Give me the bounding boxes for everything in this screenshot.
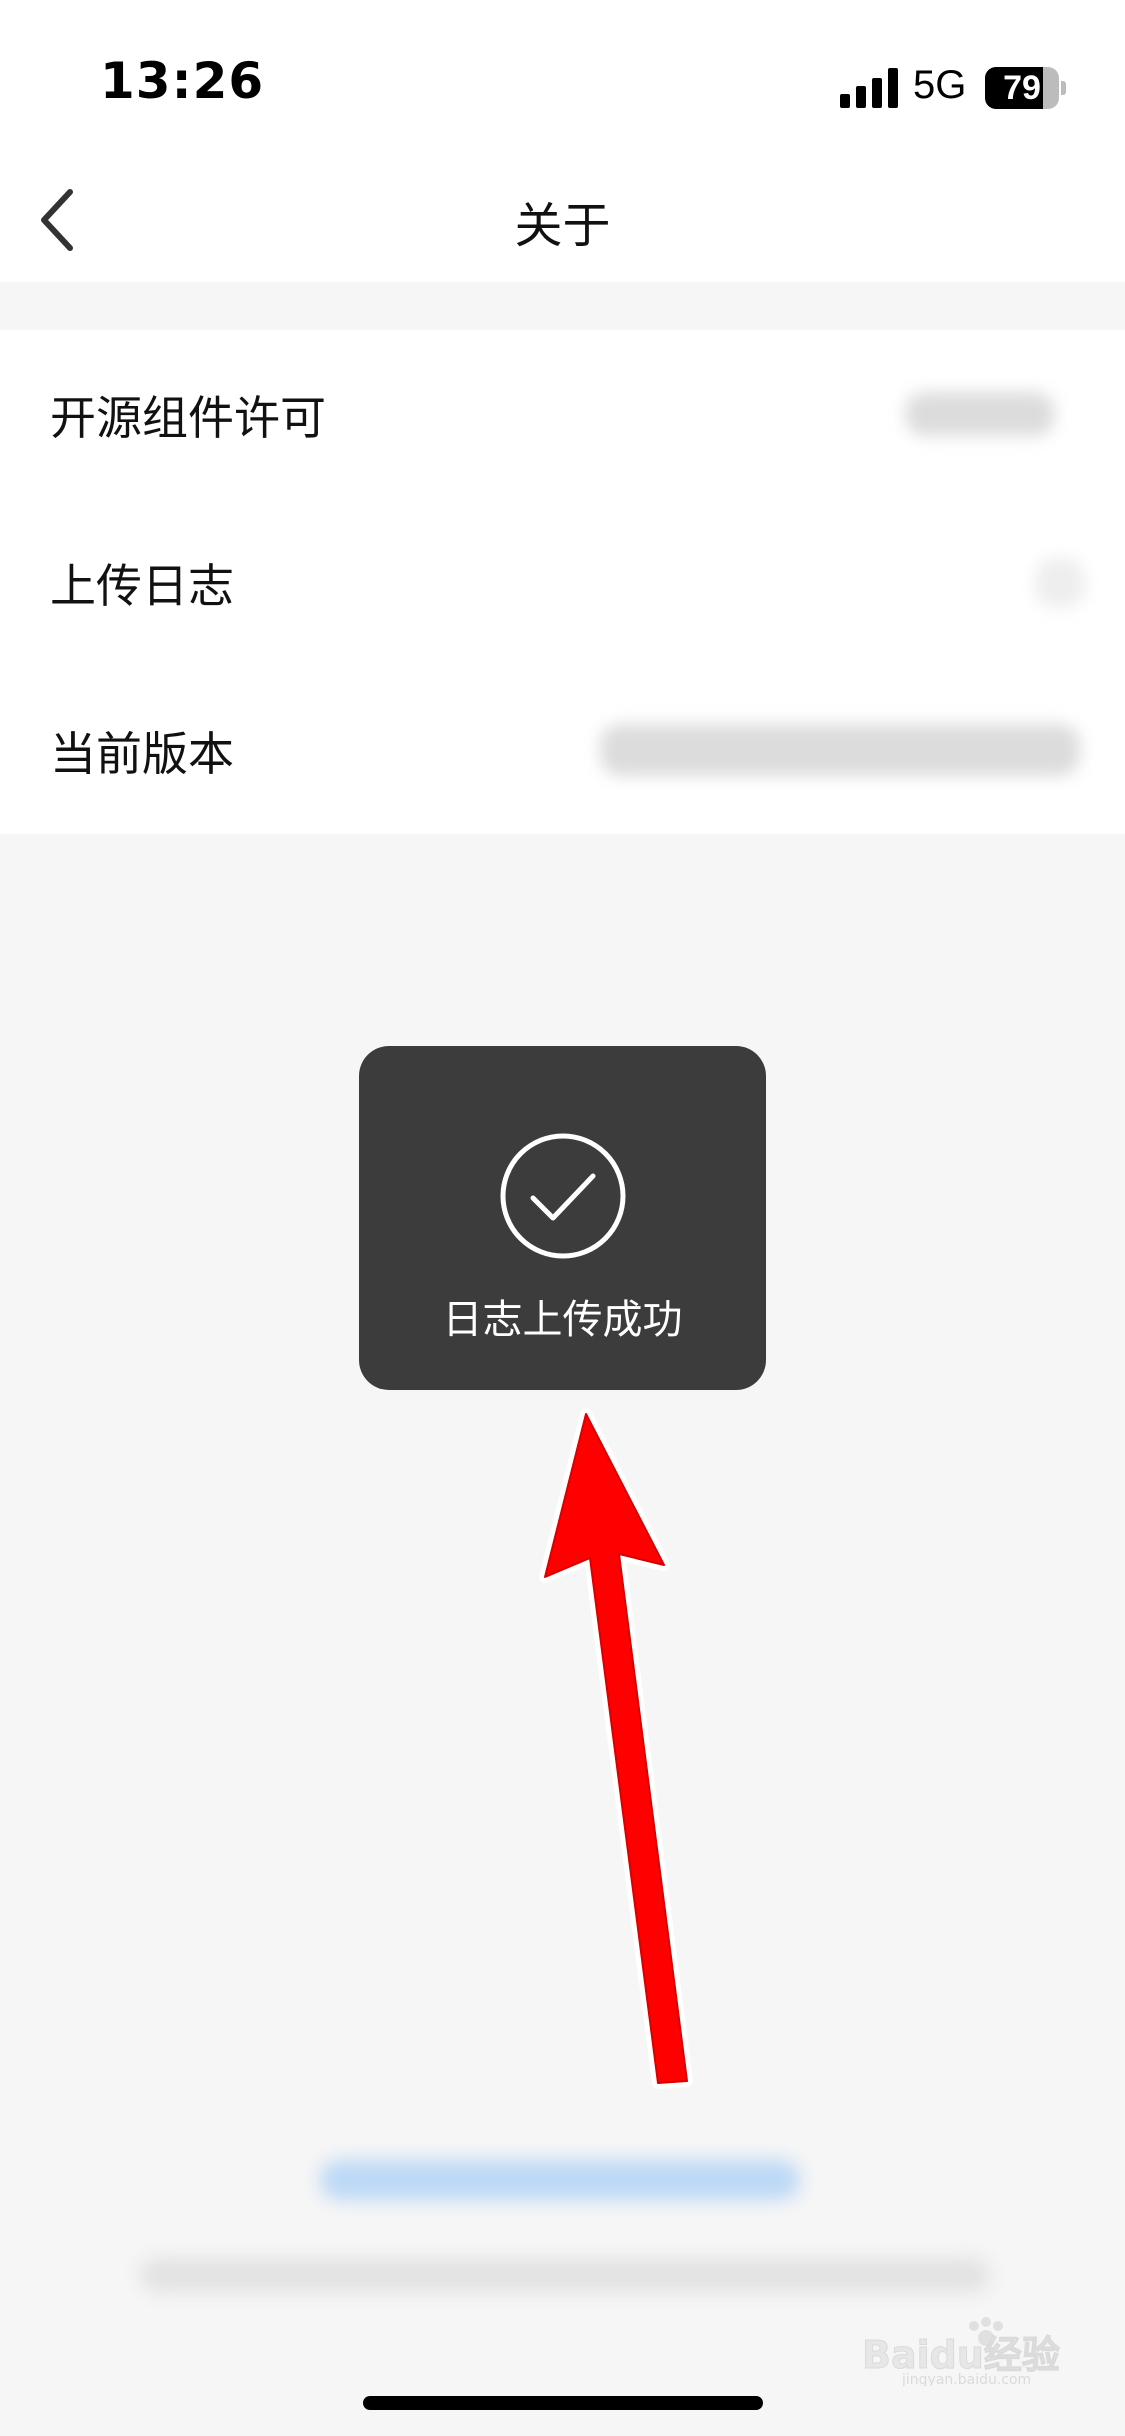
toast-message: 日志上传成功	[442, 1297, 683, 1343]
baidu-watermark-logo: Baidu经验 jingyan.baidu.com	[862, 2317, 1060, 2386]
settings-item-label: 当前版本	[50, 727, 234, 781]
svg-text:Baidu经验: Baidu经验	[862, 2333, 1060, 2377]
redacted-value	[905, 392, 1055, 436]
signal-strength-icon	[840, 68, 898, 108]
settings-item-current-version[interactable]: 当前版本	[0, 666, 1125, 834]
settings-item-open-source-licenses[interactable]: 开源组件许可	[0, 330, 1125, 498]
settings-item-label: 上传日志	[50, 559, 234, 613]
footer-text-redacted	[140, 2258, 990, 2292]
battery-level: 79	[1003, 69, 1041, 107]
status-time: 13:26	[100, 52, 265, 110]
navigation-bar: 关于	[0, 150, 1125, 282]
redacted-value	[600, 724, 1080, 776]
check-circle-icon	[500, 1133, 626, 1259]
settings-list: 开源组件许可 上传日志 当前版本	[0, 330, 1125, 834]
settings-item-label: 开源组件许可	[50, 391, 326, 445]
status-bar: 13:26 5G 79	[0, 0, 1125, 150]
battery-icon: 79	[985, 67, 1067, 109]
page-title: 关于	[514, 198, 611, 254]
arrow-shape	[544, 1413, 688, 2084]
redacted-value	[1035, 558, 1085, 608]
settings-item-upload-log[interactable]: 上传日志	[0, 498, 1125, 666]
home-indicator[interactable]	[363, 2396, 763, 2410]
footer-link-redacted[interactable]	[320, 2160, 800, 2200]
network-type: 5G	[913, 63, 967, 107]
success-toast: 日志上传成功	[359, 1046, 766, 1390]
svg-text:jingyan.baidu.com: jingyan.baidu.com	[901, 2372, 1031, 2386]
